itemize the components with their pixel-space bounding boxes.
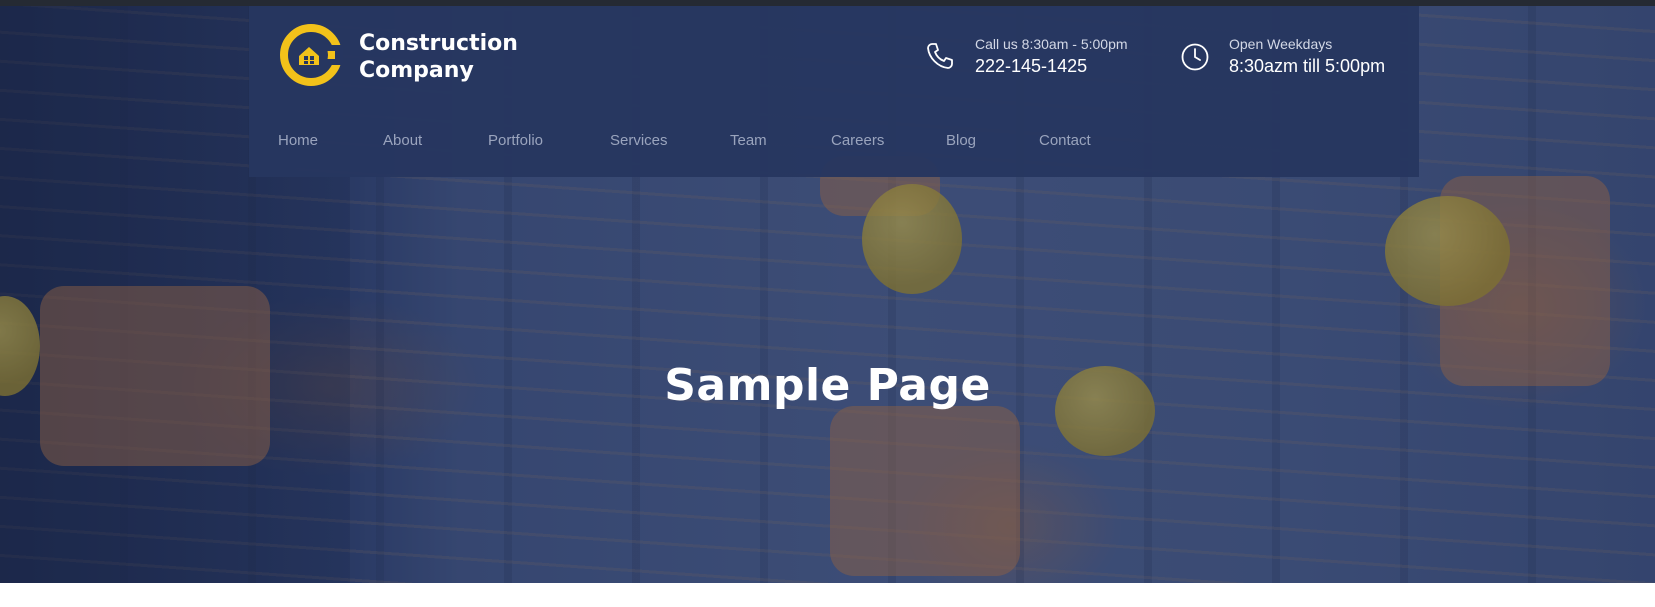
page-body-start xyxy=(0,583,1655,607)
clock-icon xyxy=(1181,43,1209,71)
nav-item-services[interactable]: Services xyxy=(610,132,668,149)
nav-item-about[interactable]: About xyxy=(383,132,422,149)
nav-item-careers[interactable]: Careers xyxy=(831,132,884,149)
brand-name-line2: Company xyxy=(359,58,474,83)
nav-item-contact[interactable]: Contact xyxy=(1039,132,1091,149)
hours-value: 8:30azm till 5:00pm xyxy=(1229,56,1386,76)
phone-number[interactable]: 222-145-1425 xyxy=(975,56,1087,77)
brand-name[interactable]: Construction Company xyxy=(359,30,518,84)
nav-item-portfolio[interactable]: Portfolio xyxy=(488,132,543,149)
phone-label: Call us 8:30am - 5:00pm xyxy=(975,36,1128,52)
brand-name-line1: Construction xyxy=(359,31,518,56)
wrench-house-icon[interactable] xyxy=(279,23,343,87)
page-title: Sample Page xyxy=(664,360,991,411)
nav-item-blog[interactable]: Blog xyxy=(946,132,976,149)
nav-item-team[interactable]: Team xyxy=(730,132,767,149)
nav-item-home[interactable]: Home xyxy=(278,132,318,149)
hours-label: Open Weekdays xyxy=(1229,36,1333,52)
phone-icon xyxy=(927,43,953,69)
